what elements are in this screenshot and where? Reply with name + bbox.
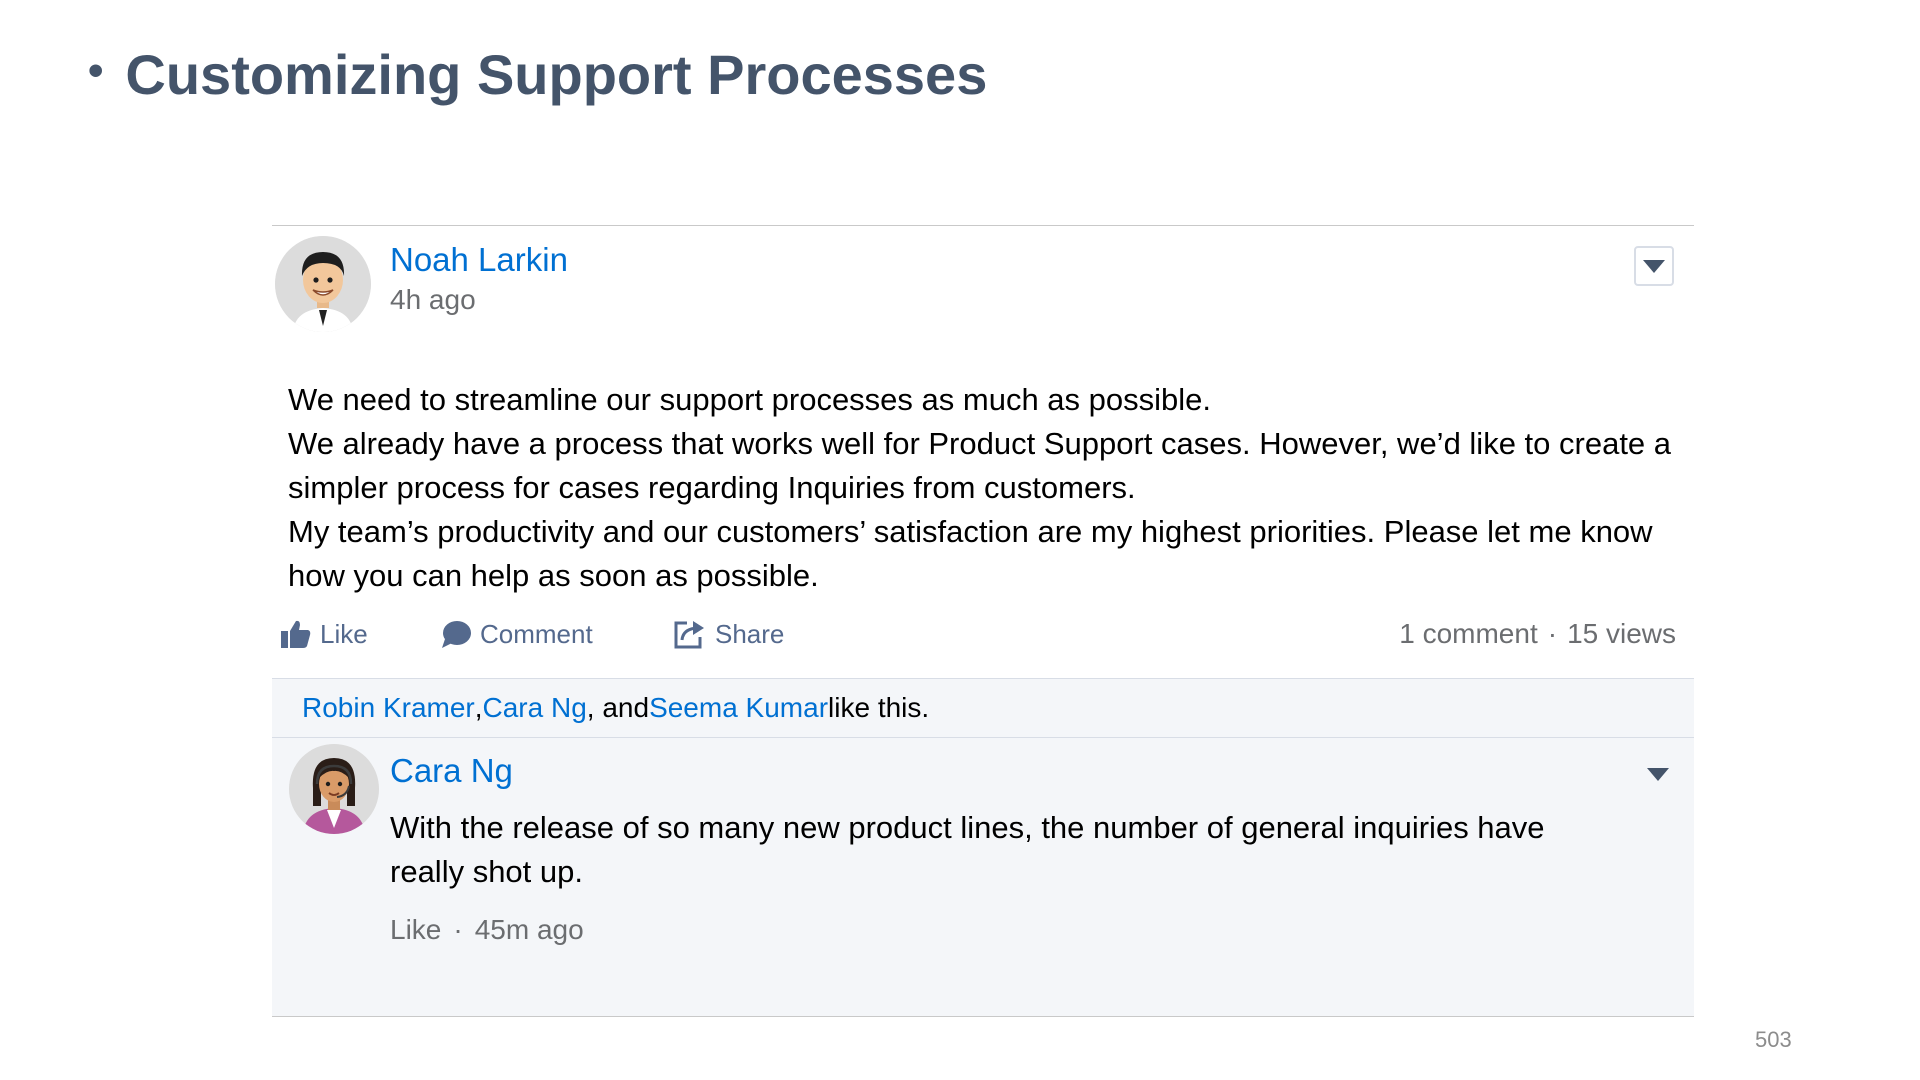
comment-button[interactable]: Comment bbox=[440, 619, 673, 650]
post-timestamp: 4h ago bbox=[390, 284, 476, 315]
stats-separator: · bbox=[1547, 618, 1558, 649]
like-button[interactable]: Like bbox=[280, 619, 440, 650]
chevron-down-icon bbox=[1647, 767, 1669, 781]
thumbs-up-icon bbox=[281, 620, 311, 648]
post-action-bar: Like Comment Share bbox=[280, 614, 813, 654]
post-body-line: We need to streamline our support proces… bbox=[288, 382, 1212, 417]
comment-footer: Like · 45m ago bbox=[390, 914, 584, 946]
comment-menu-button[interactable] bbox=[1647, 766, 1669, 782]
comment-count[interactable]: 1 comment bbox=[1399, 618, 1538, 649]
post-body-line: My team’s productivity and our customers… bbox=[288, 514, 1653, 593]
title-bullet: • bbox=[88, 45, 104, 95]
woman-avatar-icon bbox=[289, 744, 379, 834]
likes-summary: Robin Kramer, Cara Ng, and Seema Kumar l… bbox=[272, 678, 1694, 738]
slide: • Customizing Support Processes Noah Lar… bbox=[0, 0, 1920, 1080]
liker-link[interactable]: Robin Kramer bbox=[302, 692, 475, 724]
avatar-cara-ng[interactable] bbox=[289, 744, 379, 834]
post-stats: 1 comment · 15 views bbox=[1399, 618, 1676, 650]
comment-like-button[interactable]: Like bbox=[390, 914, 441, 945]
feed-post: Noah Larkin 4h ago We need to streamline… bbox=[272, 225, 1694, 1017]
post-menu-button[interactable] bbox=[1634, 246, 1674, 286]
comment-timestamp: 45m ago bbox=[474, 914, 584, 945]
post-body: We need to streamline our support proces… bbox=[288, 378, 1678, 598]
likes-suffix: like this. bbox=[828, 692, 930, 723]
chevron-down-icon bbox=[1643, 259, 1665, 273]
comment-body: With the release of so many new product … bbox=[390, 810, 1545, 889]
like-label: Like bbox=[320, 618, 368, 649]
post-author-name[interactable]: Noah Larkin bbox=[390, 241, 568, 279]
share-button[interactable]: Share bbox=[673, 619, 813, 650]
likes-separator: , bbox=[474, 692, 483, 723]
share-icon bbox=[674, 621, 704, 649]
view-count: 15 views bbox=[1567, 618, 1676, 649]
likes-separator: , and bbox=[586, 692, 650, 723]
comment-author-name[interactable]: Cara Ng bbox=[390, 752, 513, 790]
avatar-noah-larkin[interactable] bbox=[275, 236, 371, 332]
post-body-line: We already have a process that works wel… bbox=[288, 426, 1672, 505]
slide-title: • Customizing Support Processes bbox=[88, 42, 987, 107]
slide-title-text: Customizing Support Processes bbox=[125, 43, 988, 106]
page-number: 503 bbox=[1755, 1027, 1792, 1052]
comment-footer-separator: · bbox=[453, 914, 463, 945]
man-avatar-icon bbox=[275, 236, 371, 332]
comment-label: Comment bbox=[480, 618, 593, 649]
share-label: Share bbox=[715, 618, 785, 649]
speech-bubble-icon bbox=[442, 621, 471, 648]
liker-link[interactable]: Cara Ng bbox=[483, 692, 587, 724]
liker-link[interactable]: Seema Kumar bbox=[649, 692, 828, 724]
